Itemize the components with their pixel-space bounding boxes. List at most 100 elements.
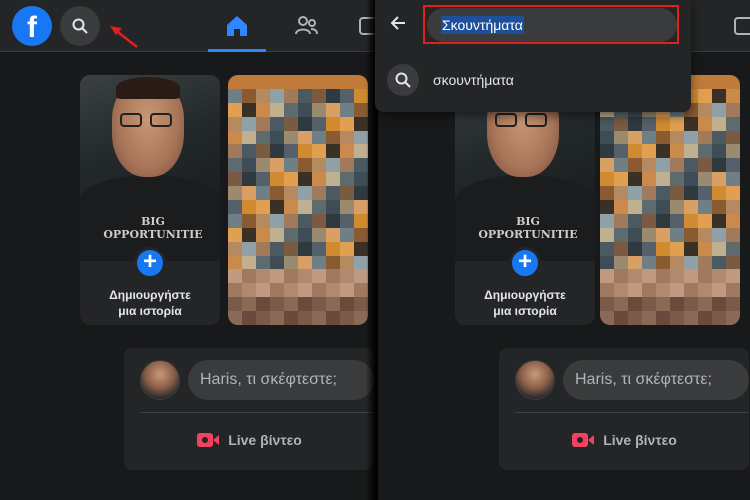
pixel-block (256, 158, 270, 173)
pixel-block (270, 88, 284, 103)
pixel-block (242, 283, 256, 298)
pixel-block (228, 241, 242, 256)
pixel-block (312, 255, 326, 270)
pixel-block (340, 213, 354, 228)
pixel-block (228, 283, 242, 298)
pixel-block (340, 200, 354, 214)
pixel-block (670, 269, 684, 284)
pixel-block (270, 269, 284, 284)
pixel-block (326, 227, 340, 242)
pixel-block (284, 283, 298, 298)
pixel-block (340, 283, 354, 298)
story-card-pixelated[interactable] (228, 75, 368, 325)
pixel-block (270, 213, 284, 228)
pixel-block (628, 186, 642, 200)
live-video-button[interactable]: Live βίντεο (499, 428, 749, 452)
story-profile-photo: BIG OPPORTUNITIE (80, 75, 220, 261)
pixel-block (326, 102, 340, 117)
pixel-block (642, 255, 656, 270)
pixel-block (712, 130, 726, 145)
pixel-block (256, 186, 270, 200)
pixel-block (614, 158, 628, 173)
pixel-block (670, 186, 684, 200)
search-suggestion[interactable]: σκουντήματα (387, 62, 677, 98)
pixel-block (340, 102, 354, 117)
pixel-block (326, 200, 340, 214)
pixel-block (670, 297, 684, 312)
pixel-block (284, 172, 298, 187)
pixel-block (684, 200, 698, 214)
pixel-block (712, 283, 726, 298)
create-story-label: Δημιουργήστε μια ιστορία (455, 287, 595, 319)
post-composer: Haris, τι σκέφτεστε; Live βίντεο (124, 348, 374, 470)
pixel-block (256, 283, 270, 298)
pixel-block (242, 130, 256, 145)
pixel-block (698, 144, 712, 159)
nav-friends[interactable] (292, 12, 320, 40)
avatar[interactable] (515, 360, 555, 400)
pixel-block (600, 213, 614, 228)
pixel-block (712, 269, 726, 284)
facebook-logo[interactable]: f (12, 6, 52, 46)
pixel-block (684, 227, 698, 242)
pixel-block (270, 172, 284, 187)
pixel-block (284, 144, 298, 159)
create-story-card[interactable]: BIG OPPORTUNITIE + Δημιουργήστε μια ιστορ… (455, 75, 595, 325)
pixel-block (670, 144, 684, 159)
pixel-block (228, 102, 242, 117)
pixel-block (642, 116, 656, 131)
pixel-block (326, 158, 340, 173)
video-icon (734, 17, 750, 35)
pixel-block (270, 186, 284, 200)
pixel-block (726, 297, 740, 312)
composer-input[interactable]: Haris, τι σκέφτεστε; (188, 360, 374, 400)
pixel-block (698, 227, 712, 242)
pixel-block (656, 158, 670, 173)
pixel-block (270, 200, 284, 214)
pixel-block (326, 130, 340, 145)
hoodie-print: BIG OPPORTUNITIE (473, 215, 583, 241)
pixel-block (270, 158, 284, 173)
composer-input[interactable]: Haris, τι σκέφτεστε; (563, 360, 749, 400)
pixel-block (340, 130, 354, 145)
pixel-block (712, 241, 726, 256)
pixel-block (670, 241, 684, 256)
pixel-block (642, 172, 656, 187)
pixel-block (312, 75, 326, 89)
pixel-block (298, 144, 312, 159)
pixel-block (698, 130, 712, 145)
add-story-button[interactable]: + (509, 247, 541, 279)
pixel-block (340, 311, 354, 325)
pixel-block (698, 297, 712, 312)
pixel-block (270, 283, 284, 298)
pixel-block (326, 283, 340, 298)
back-button[interactable] (383, 8, 413, 38)
pixel-block (270, 116, 284, 131)
pixel-block (642, 186, 656, 200)
pixel-block (340, 158, 354, 173)
pixel-block (628, 158, 642, 173)
search-button[interactable] (60, 6, 100, 46)
pixel-block (312, 241, 326, 256)
nav-active-indicator (208, 49, 266, 52)
pixel-block (326, 75, 340, 89)
live-video-button[interactable]: Live βίντεο (124, 428, 374, 452)
nav-home[interactable] (223, 12, 251, 40)
create-story-card[interactable]: BIG OPPORTUNITIE + Δημιουργήστε μια ιστορ… (80, 75, 220, 325)
pixel-block (628, 283, 642, 298)
add-story-button[interactable]: + (134, 247, 166, 279)
pixel-block (298, 269, 312, 284)
story-card-pixelated[interactable] (600, 75, 740, 325)
pixel-block (600, 130, 614, 145)
pixel-block (298, 102, 312, 117)
nav-watch[interactable] (731, 12, 750, 40)
hoodie-print-line1: BIG (516, 215, 540, 228)
pixel-block (656, 186, 670, 200)
avatar[interactable] (140, 360, 180, 400)
pixel-block (228, 158, 242, 173)
pixel-block (670, 213, 684, 228)
pixel-block (684, 297, 698, 312)
pixel-block (298, 200, 312, 214)
pixel-block (228, 311, 242, 325)
pixel-block (340, 297, 354, 312)
